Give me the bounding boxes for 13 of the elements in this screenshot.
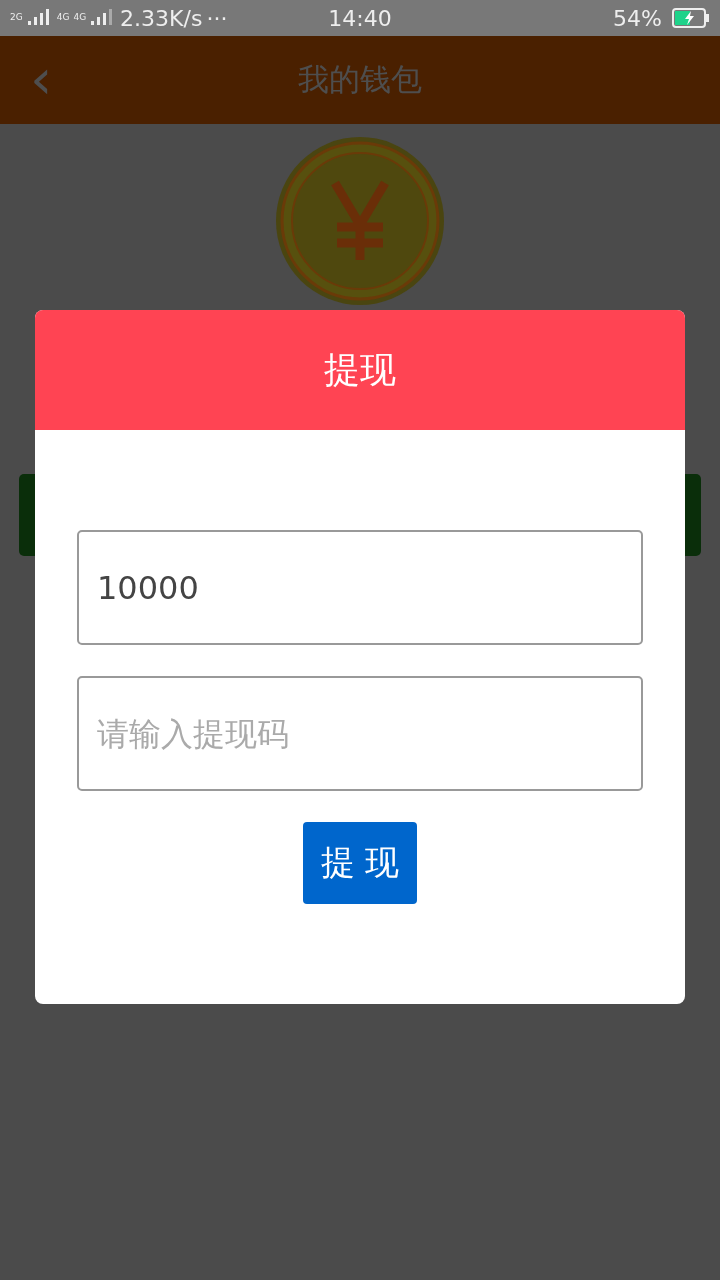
network-label: 4G — [56, 11, 70, 22]
network-label: 2G — [10, 11, 23, 22]
more-indicator: ··· — [206, 5, 228, 31]
input-field[interactable]: 请输入提现码 — [77, 676, 643, 791]
network-label: 4G — [73, 11, 87, 22]
withdraw-button[interactable]: 提 现 — [303, 822, 417, 904]
input-field[interactable]: 10000 — [77, 530, 643, 645]
page-title: 我的钱包 — [298, 60, 422, 99]
coin-icon — [275, 135, 445, 307]
network-speed: 2.33K/s — [120, 5, 203, 31]
battery-percent: 54% — [613, 5, 662, 31]
dialog-title: 提现 — [324, 347, 396, 392]
status-time: 14:40 — [328, 5, 392, 31]
